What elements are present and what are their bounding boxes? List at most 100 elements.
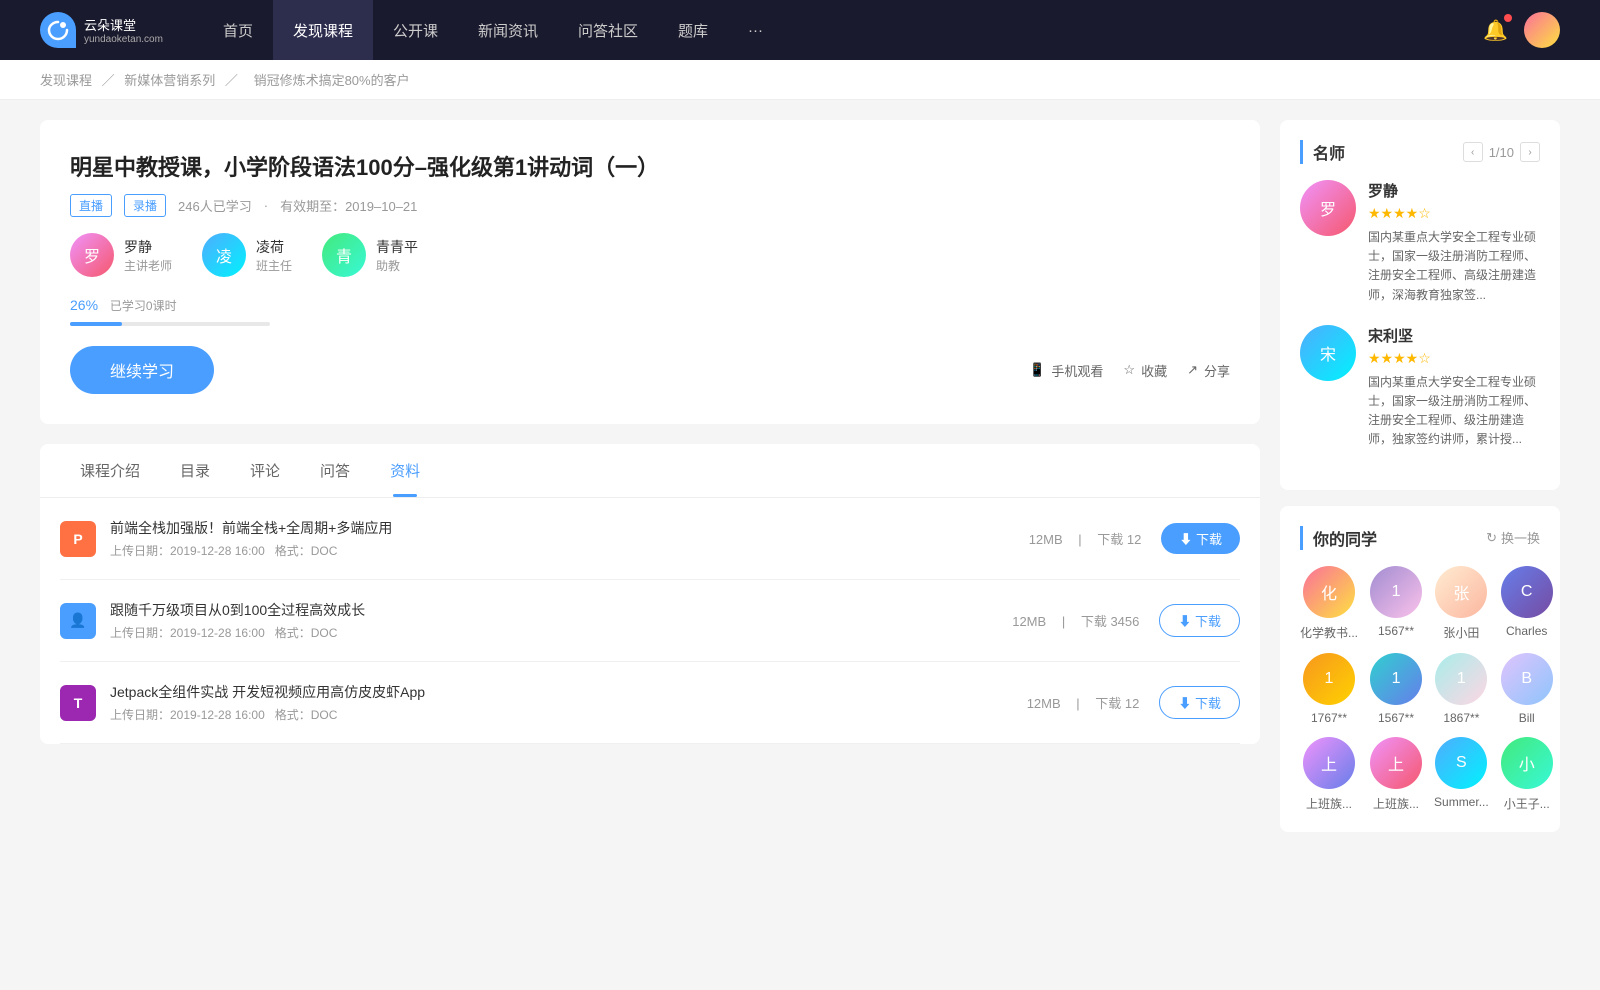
breadcrumb-link-discover[interactable]: 发现课程 (40, 73, 92, 88)
classmate-name: 1567** (1370, 711, 1422, 725)
teacher-detail-card: 宋 宋利坚 ★★★★☆ 国内某重点大学安全工程专业硕士，国家一级注册消防工程师、… (1300, 325, 1540, 450)
star-icon: ☆ (1123, 362, 1135, 378)
course-actions: 继续学习 📱 手机观看 ☆ 收藏 ↗ 分享 (70, 346, 1230, 394)
phone-watch-button[interactable]: 📱 手机观看 (1029, 361, 1103, 380)
nav-item-问答社区[interactable]: 问答社区 (558, 0, 658, 60)
course-title: 明星中教授课，小学阶段语法100分–强化级第1讲动词（一） (70, 150, 1230, 182)
classmate[interactable]: 1 1867** (1434, 653, 1489, 725)
resource-size: 12MB (1029, 532, 1063, 547)
nav-items: 首页发现课程公开课新闻资讯问答社区题库··· (203, 0, 1483, 60)
teacher-role: 主讲老师 (124, 257, 172, 274)
classmate-name: Summer... (1434, 795, 1489, 809)
classmate[interactable]: 张 张小田 (1434, 566, 1489, 641)
teacher-card-avatar: 罗 (1300, 180, 1356, 236)
nav-item-首页[interactable]: 首页 (203, 0, 273, 60)
teacher-role: 班主任 (256, 257, 292, 274)
user-avatar[interactable] (1524, 12, 1560, 48)
teacher-name: 罗静 (124, 237, 172, 257)
teacher-card-name: 宋利坚 (1368, 325, 1540, 346)
classmate[interactable]: 化 化学教书... (1300, 566, 1358, 641)
badge-live: 直播 (70, 194, 112, 217)
teacher-card-avatar: 宋 (1300, 325, 1356, 381)
logo-sub: yundaoketan.com (84, 34, 163, 45)
navbar: 云朵课堂 yundaoketan.com 首页发现课程公开课新闻资讯问答社区题库… (0, 0, 1600, 60)
download-button[interactable]: ⬇ 下载 (1159, 604, 1240, 637)
resource-type-icon: T (60, 685, 96, 721)
resource-size: 12MB (1027, 696, 1061, 711)
classmate[interactable]: 小 小王子... (1501, 737, 1553, 812)
resource-item: T Jetpack全组件实战 开发短视频应用高仿皮皮虾App 上传日期：2019… (60, 662, 1240, 744)
collect-label: 收藏 (1141, 361, 1167, 380)
resource-downloads: 下载 12 (1097, 532, 1141, 547)
nav-item-题库[interactable]: 题库 (658, 0, 728, 60)
nav-item-···[interactable]: ··· (728, 0, 783, 60)
teacher-凌荷: 凌 凌荷 班主任 (202, 233, 292, 277)
student-count: 246人已学习 (178, 196, 252, 215)
resource-info: 跟随千万级项目从0到100全过程高效成长 上传日期：2019-12-28 16:… (110, 600, 992, 641)
classmate-avatar: 化 (1303, 566, 1355, 618)
classmate-name: 化学教书... (1300, 624, 1358, 641)
pagination-label: 1/10 (1489, 145, 1514, 160)
teachers-cards-list: 罗 罗静 ★★★★☆ 国内某重点大学安全工程专业硕士，国家一级注册消防工程师、注… (1300, 180, 1540, 450)
continue-button[interactable]: 继续学习 (70, 346, 214, 394)
nav-item-发现课程[interactable]: 发现课程 (273, 0, 373, 60)
tabs-card: 课程介绍目录评论问答资料 P 前端全栈加强版！前端全栈+全周期+多端应用 上传日… (40, 444, 1260, 744)
teachers-list: 罗 罗静 主讲老师 凌 凌荷 班主任 青 青青平 助教 (70, 233, 1230, 277)
nav-right: 🔔 (1483, 12, 1560, 48)
nav-item-公开课[interactable]: 公开课 (373, 0, 458, 60)
share-button[interactable]: ↗ 分享 (1187, 361, 1230, 380)
nav-item-新闻资讯[interactable]: 新闻资讯 (458, 0, 558, 60)
resource-type-icon: P (60, 521, 96, 557)
classmate-name: 上班族... (1300, 795, 1358, 812)
teacher-name: 青青平 (376, 237, 418, 257)
tab-评论[interactable]: 评论 (230, 444, 300, 497)
refresh-label: 换一换 (1501, 528, 1540, 547)
next-teacher-button[interactable]: › (1520, 142, 1540, 162)
classmate[interactable]: 上 上班族... (1300, 737, 1358, 812)
logo-text: 云朵课堂 (84, 15, 163, 34)
classmate[interactable]: 1 1567** (1370, 566, 1422, 641)
action-buttons: 📱 手机观看 ☆ 收藏 ↗ 分享 (1029, 361, 1230, 380)
course-meta: 直播 录播 246人已学习 · 有效期至：2019–10–21 (70, 194, 1230, 217)
classmate-name: 张小田 (1434, 624, 1489, 641)
teacher-罗静: 罗 罗静 主讲老师 (70, 233, 172, 277)
tab-问答[interactable]: 问答 (300, 444, 370, 497)
tab-目录[interactable]: 目录 (160, 444, 230, 497)
classmate[interactable]: B Bill (1501, 653, 1553, 725)
badge-rec: 录播 (124, 194, 166, 217)
course-header-card: 明星中教授课，小学阶段语法100分–强化级第1讲动词（一） 直播 录播 246人… (40, 120, 1260, 424)
download-button[interactable]: ⬇ 下载 (1159, 686, 1240, 719)
download-button[interactable]: ⬇ 下载 (1161, 523, 1240, 554)
teachers-pagination: ‹ 1/10 › (1463, 142, 1540, 162)
progress-label: 26% (70, 297, 98, 313)
progress-section: 26% 已学习0课时 (70, 297, 1230, 326)
classmate-name: 1567** (1370, 624, 1422, 638)
collect-button[interactable]: ☆ 收藏 (1123, 361, 1167, 380)
resource-stats: 12MB | 下载 3456 (1006, 611, 1145, 630)
refresh-icon: ↻ (1486, 530, 1497, 546)
breadcrumb-link-series[interactable]: 新媒体营销系列 (124, 73, 215, 88)
tab-课程介绍[interactable]: 课程介绍 (60, 444, 160, 497)
progress-sub: 已学习0课时 (110, 299, 177, 313)
classmate-name: 上班族... (1370, 795, 1422, 812)
classmate[interactable]: C Charles (1501, 566, 1553, 641)
teacher-card-desc: 国内某重点大学安全工程专业硕士，国家一级注册消防工程师、注册安全工程师、级注册建… (1368, 373, 1540, 450)
teacher-stars: ★★★★☆ (1368, 350, 1540, 367)
classmate[interactable]: 1 1767** (1300, 653, 1358, 725)
classmate[interactable]: S Summer... (1434, 737, 1489, 812)
tab-资料[interactable]: 资料 (370, 444, 440, 497)
prev-teacher-button[interactable]: ‹ (1463, 142, 1483, 162)
classmate[interactable]: 1 1567** (1370, 653, 1422, 725)
resource-downloads: 下载 12 (1095, 696, 1139, 711)
resource-title: 跟随千万级项目从0到100全过程高效成长 (110, 600, 992, 620)
teacher-card-name: 罗静 (1368, 180, 1540, 201)
teacher-stars: ★★★★☆ (1368, 205, 1540, 222)
resource-meta: 上传日期：2019-12-28 16:00 格式：DOC (110, 624, 992, 641)
bell-icon[interactable]: 🔔 (1483, 18, 1508, 43)
main-content: 明星中教授课，小学阶段语法100分–强化级第1讲动词（一） 直播 录播 246人… (0, 100, 1600, 868)
classmate[interactable]: 上 上班族... (1370, 737, 1422, 812)
logo[interactable]: 云朵课堂 yundaoketan.com (40, 12, 163, 48)
classmate-avatar: 上 (1303, 737, 1355, 789)
classmate-avatar: 1 (1303, 653, 1355, 705)
refresh-classmates-button[interactable]: ↻ 换一换 (1486, 528, 1540, 547)
